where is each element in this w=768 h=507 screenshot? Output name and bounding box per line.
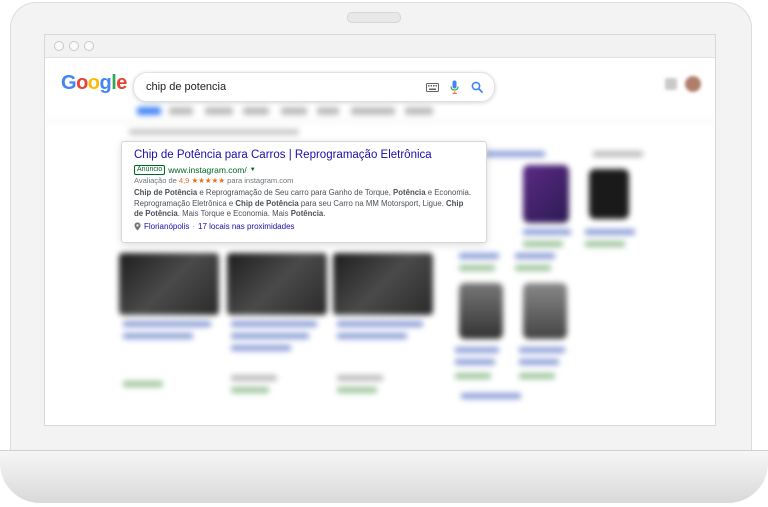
window-close-dot[interactable] (54, 41, 64, 51)
product-price (519, 373, 555, 379)
video-thumb[interactable] (227, 253, 327, 315)
apps-grid-icon[interactable] (665, 78, 677, 90)
ad-location-link[interactable]: Florianópolis (144, 222, 189, 231)
desc-text: . Mais Torque e Economia. Mais (177, 209, 291, 218)
results-stats (129, 129, 299, 135)
browser-screen: Google chip de potencia Chip de Potência… (44, 34, 716, 426)
product-title[interactable] (459, 253, 499, 259)
chevron-down-icon[interactable]: ▼ (250, 167, 256, 173)
search-box[interactable] (133, 72, 495, 102)
tab-7[interactable] (351, 107, 395, 115)
desc-keyword: Potência (290, 209, 324, 218)
product-thumb[interactable] (523, 283, 567, 339)
video-source (231, 387, 269, 393)
video-title[interactable] (337, 333, 407, 339)
ad-title-link[interactable]: Chip de Potência para Carros | Reprogram… (134, 148, 474, 163)
logo-letter: o (76, 72, 88, 94)
rating-source: para instagram.com (227, 176, 294, 185)
search-header: Google (45, 58, 715, 104)
product-title[interactable] (585, 229, 635, 235)
product-price (585, 241, 625, 247)
product-price (523, 241, 563, 247)
video-title[interactable] (123, 333, 193, 339)
product-title[interactable] (455, 347, 499, 353)
rating-value: 4,9 (178, 176, 190, 185)
ad-url-line: Anúncio www.instagram.com/ ▼ (134, 164, 474, 175)
video-source (123, 381, 163, 387)
product-thumb[interactable] (589, 169, 629, 219)
desc-keyword: Chip de Potência (235, 198, 299, 208)
tab-6[interactable] (317, 107, 339, 115)
video-source (337, 387, 377, 393)
shopping-heading (485, 151, 545, 157)
video-source (231, 375, 277, 381)
tab-2[interactable] (169, 107, 193, 115)
ad-location: Florianópolis · 17 locais nas proximidad… (134, 222, 474, 231)
search-input[interactable] (144, 80, 418, 94)
logo-letter: e (116, 72, 127, 94)
google-logo[interactable]: Google (61, 72, 127, 95)
video-thumb[interactable] (333, 253, 433, 315)
avatar[interactable] (685, 76, 701, 92)
product-price (455, 373, 491, 379)
logo-letter: o (87, 72, 100, 94)
desc-text: para seu Carro na MM Motorsport, Ligue. (298, 198, 447, 208)
desc-text: e Reprogramação de Seu carro para Ganho … (197, 188, 394, 197)
video-title[interactable] (231, 321, 317, 327)
desc-keyword: Potência (393, 188, 426, 197)
product-price (515, 265, 551, 271)
logo-letter: G (61, 72, 77, 94)
more-products-link[interactable] (461, 393, 521, 399)
desc-keyword: Chip de Potência (134, 188, 198, 197)
video-thumb[interactable] (119, 253, 219, 315)
ad-badge: Anúncio (134, 164, 166, 175)
laptop-camera-slot (347, 12, 401, 23)
location-pin-icon (134, 222, 141, 230)
window-minimize-dot[interactable] (69, 41, 79, 51)
product-title[interactable] (523, 229, 571, 235)
tabs-divider (45, 121, 715, 122)
desc-text: . (323, 209, 326, 218)
shopping-sponsored (593, 151, 643, 157)
tab-8[interactable] (405, 107, 433, 115)
keyboard-icon[interactable] (426, 80, 439, 94)
logo-letter: g (99, 72, 112, 94)
video-title[interactable] (231, 345, 291, 351)
rating-label: Avaliação de (134, 176, 177, 185)
star-icon: ★★★★★ (191, 176, 226, 185)
ad-result: Chip de Potência para Carros | Reprogram… (121, 141, 487, 243)
product-thumb[interactable] (459, 283, 503, 339)
product-title[interactable] (519, 347, 565, 353)
window-maximize-dot[interactable] (84, 41, 94, 51)
tab-all[interactable] (137, 107, 161, 115)
microphone-icon[interactable] (450, 80, 459, 94)
product-thumb[interactable] (523, 165, 569, 223)
ad-display-url[interactable]: www.instagram.com/ (168, 165, 246, 175)
video-source (337, 375, 383, 381)
product-title[interactable] (455, 359, 495, 365)
product-title[interactable] (515, 253, 555, 259)
ad-description: Chip de Potência e Reprogramação de Seu … (134, 188, 474, 220)
tab-4[interactable] (243, 107, 269, 115)
tab-3[interactable] (205, 107, 233, 115)
search-icon[interactable] (471, 80, 483, 94)
laptop-base (0, 450, 768, 503)
video-title[interactable] (231, 333, 309, 339)
product-price (459, 265, 495, 271)
video-title[interactable] (337, 321, 423, 327)
account-area (665, 76, 701, 92)
product-title[interactable] (519, 359, 559, 365)
tab-5[interactable] (281, 107, 307, 115)
ad-rating: Avaliação de 4,9 ★★★★★ para instagram.co… (134, 176, 474, 186)
location-separator: · (192, 221, 196, 231)
video-title[interactable] (123, 321, 211, 327)
browser-titlebar (45, 35, 715, 58)
nearby-locations-link[interactable]: 17 locais nas proximidades (198, 222, 295, 231)
